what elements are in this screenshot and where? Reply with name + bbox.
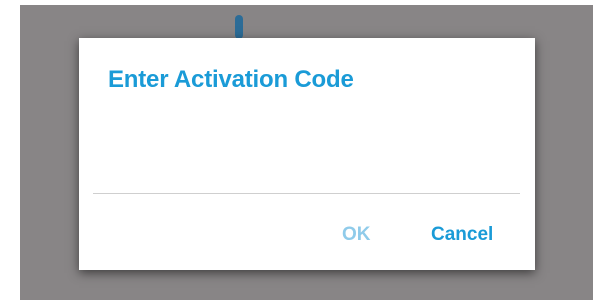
activation-code-dialog: Enter Activation Code OK Cancel [79,38,535,270]
dimmed-background: Enter Activation Code OK Cancel [20,5,593,300]
dialog-title: Enter Activation Code [108,66,354,93]
ok-button[interactable]: OK [334,218,379,252]
cancel-button[interactable]: Cancel [423,218,501,252]
background-scroll-handle [235,15,243,39]
activation-code-input[interactable] [93,128,520,194]
